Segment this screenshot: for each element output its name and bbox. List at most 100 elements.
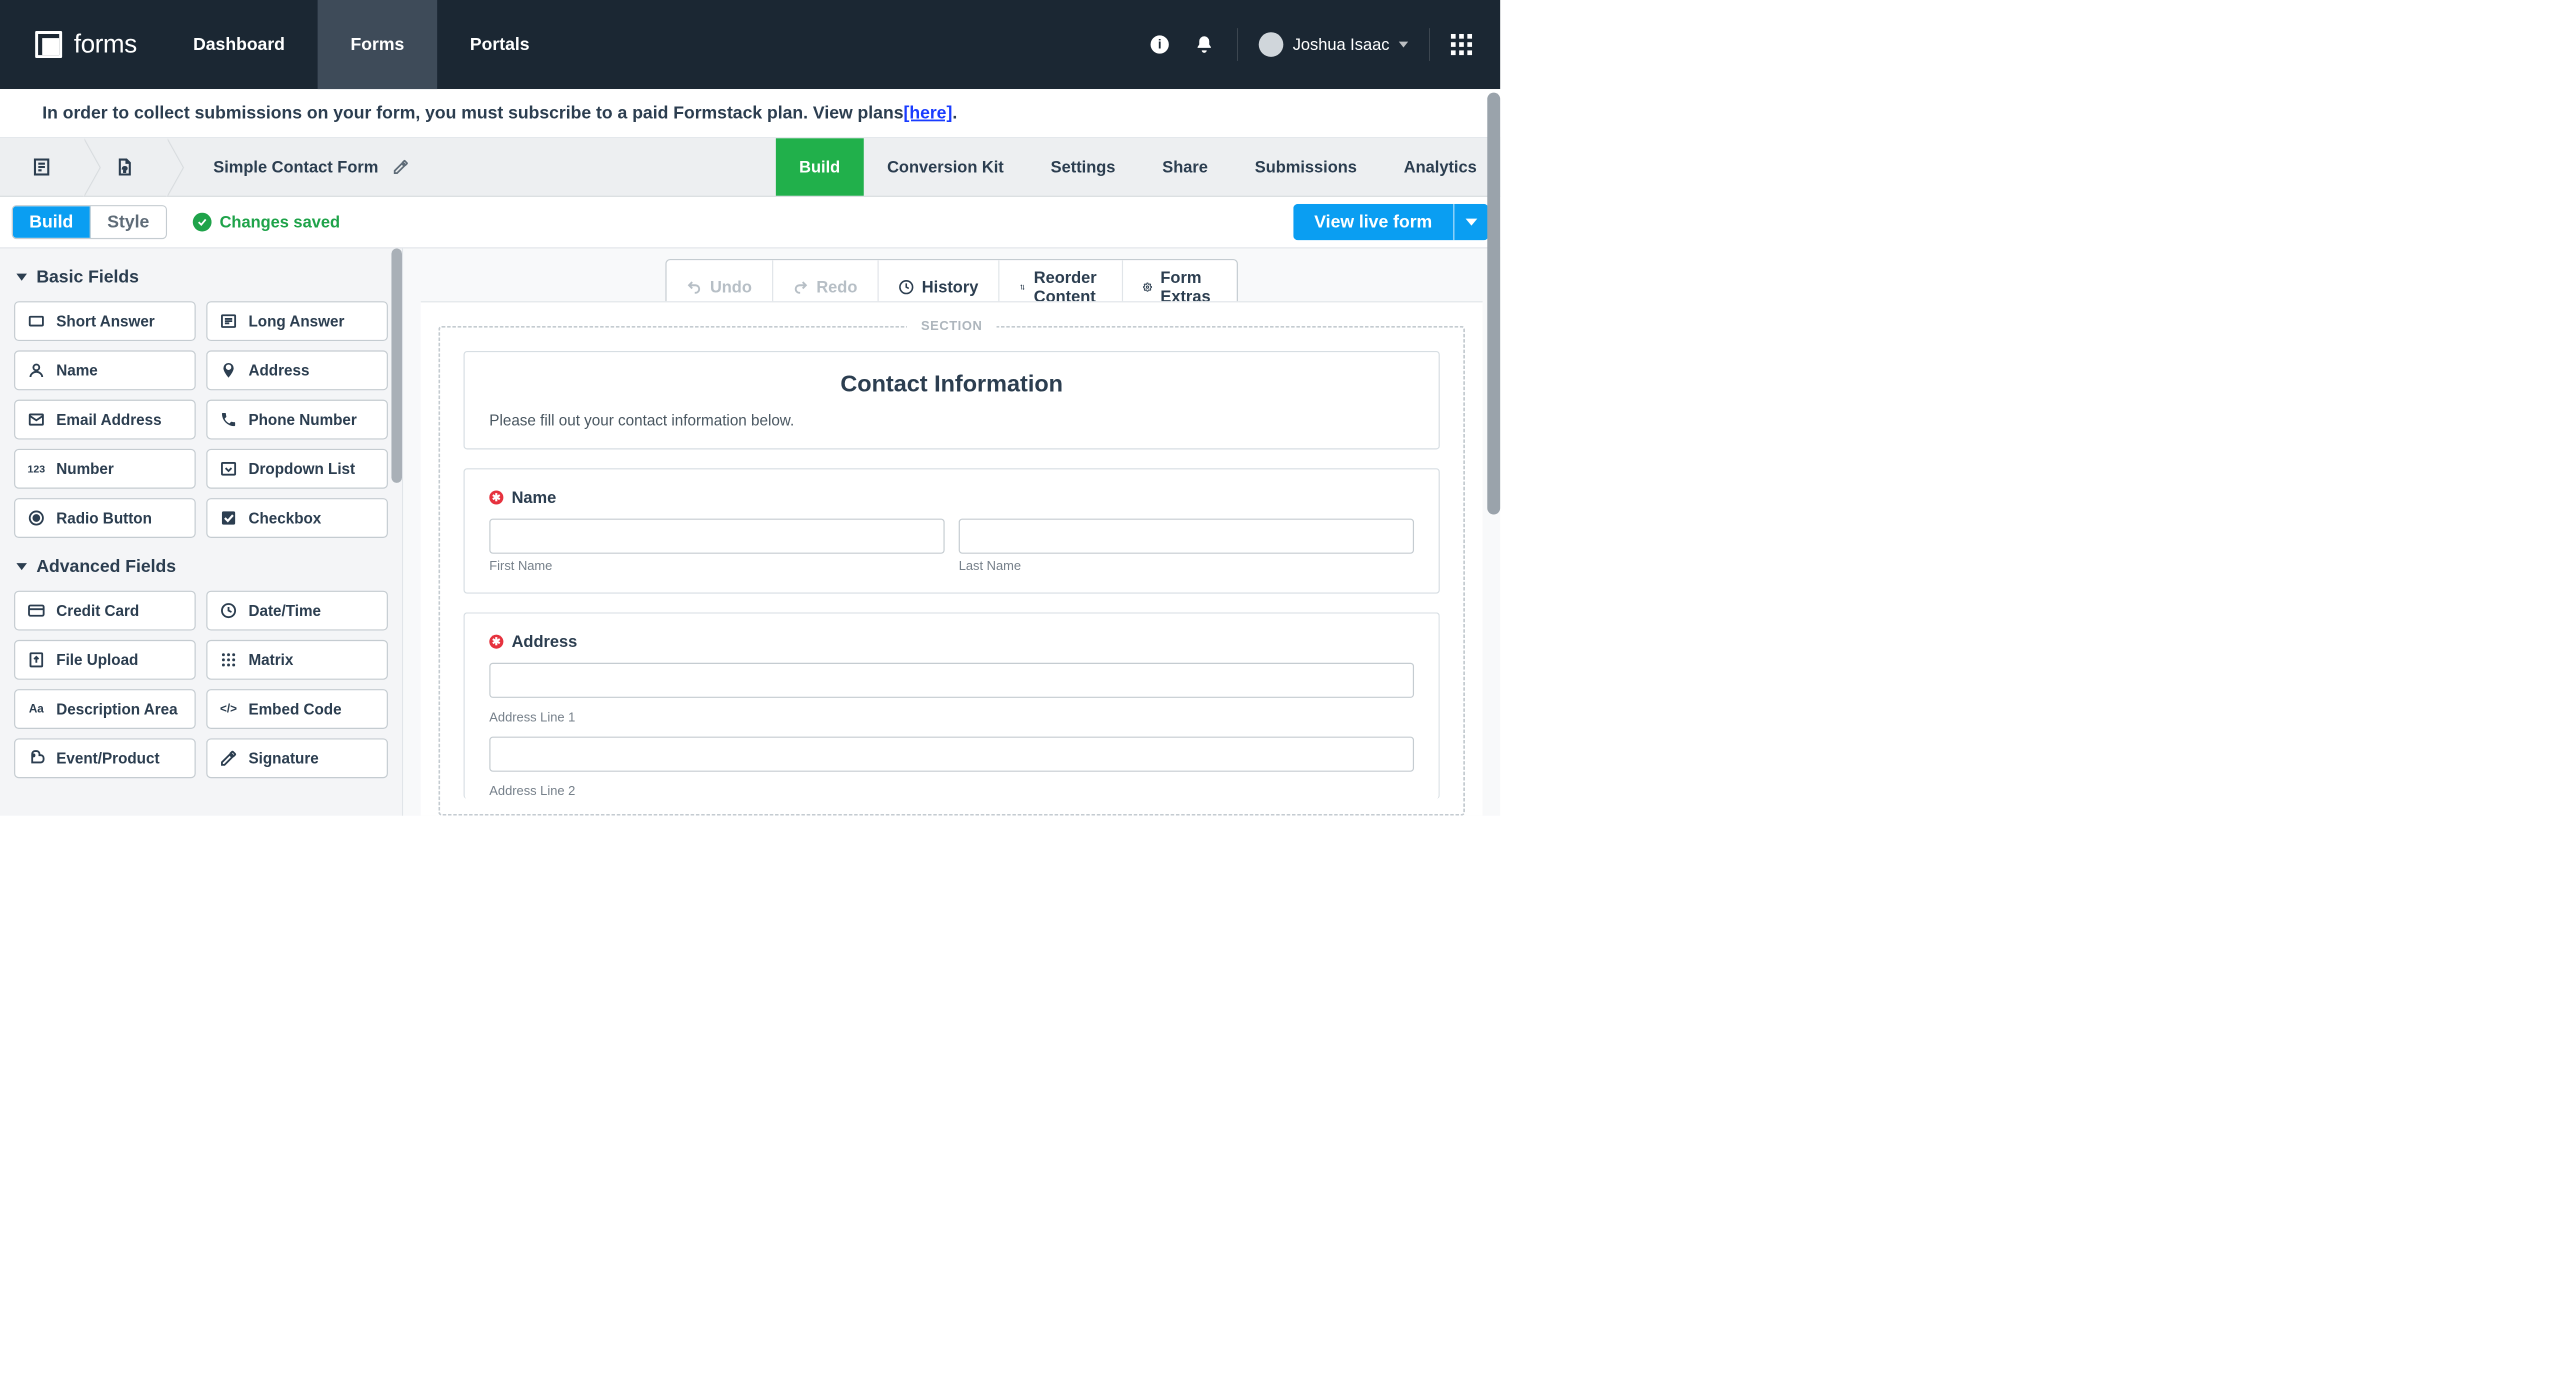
logo-icon — [35, 31, 62, 58]
save-status-text: Changes saved — [220, 213, 340, 232]
builder-header: ? Simple Contact Form Build Conversion K… — [0, 138, 1500, 197]
canvas-inner: SECTION Contact Information Please fill … — [421, 301, 1483, 816]
first-name-sublabel: First Name — [489, 558, 944, 573]
top-navbar: forms Dashboard Forms Portals i Joshua I… — [0, 0, 1500, 89]
builder-tabs: Build Conversion Kit Settings Share Subm… — [776, 138, 1500, 195]
segment-style[interactable]: Style — [91, 206, 166, 238]
field-chip-label: Dropdown List — [248, 460, 355, 478]
field-address-block[interactable]: ✱ Address Address Line 1 Address Line 2 — [464, 612, 1440, 798]
field-chip-email[interactable]: Email Address — [14, 400, 196, 440]
form-canvas: Undo Redo History Reorder Content Form E… — [403, 248, 1500, 815]
datetime-icon — [219, 601, 238, 620]
address-line1-sublabel: Address Line 1 — [489, 710, 1414, 725]
page-scrollbar[interactable] — [1487, 93, 1500, 515]
tab-forms[interactable]: Forms — [318, 0, 437, 89]
short-answer-icon — [27, 312, 46, 331]
logo[interactable]: forms — [0, 30, 160, 59]
toolbar-row: Build Style Changes saved View live form — [0, 197, 1500, 249]
event-icon — [27, 749, 46, 768]
tab-settings[interactable]: Settings — [1027, 138, 1139, 195]
upload-icon — [27, 650, 46, 669]
field-chip-dropdown[interactable]: Dropdown List — [206, 449, 388, 489]
plan-banner: In order to collect submissions on your … — [0, 89, 1500, 138]
name-icon — [27, 361, 46, 380]
basic-fields-grid: Short Answer Long Answer Name Address Email … — [0, 301, 402, 538]
segment-build[interactable]: Build — [13, 206, 91, 238]
field-label: Name — [512, 488, 557, 507]
field-chip-event[interactable]: Event/Product — [14, 738, 196, 778]
field-chip-label: Long Answer — [248, 312, 344, 330]
chevron-down-icon — [1399, 42, 1408, 48]
bell-icon[interactable] — [1193, 33, 1216, 56]
field-chip-label: Embed Code — [248, 700, 341, 718]
field-name-block[interactable]: ✱ Name First Name Last Name — [464, 468, 1440, 593]
svg-text:i: i — [1158, 37, 1162, 52]
signature-icon — [219, 749, 238, 768]
banner-text: In order to collect submissions on your … — [42, 103, 903, 123]
last-name-sublabel: Last Name — [959, 558, 1414, 573]
save-status: Changes saved — [193, 213, 340, 232]
banner-link[interactable]: [here] — [903, 103, 952, 123]
field-chip-name[interactable]: Name — [14, 350, 196, 390]
top-tabs: Dashboard Forms Portals — [160, 0, 562, 89]
field-chip-radio[interactable]: Radio Button — [14, 498, 196, 538]
view-live-dropdown[interactable] — [1453, 204, 1488, 240]
breadcrumb-forms[interactable] — [0, 138, 83, 195]
field-chip-datetime[interactable]: Date/Time — [206, 591, 388, 631]
address-line2-sublabel: Address Line 2 — [489, 783, 1414, 798]
number-icon: 123 — [27, 459, 46, 478]
field-chip-label: Signature — [248, 749, 318, 767]
user-menu[interactable]: Joshua Isaac — [1259, 32, 1408, 57]
field-chip-embed[interactable]: </>Embed Code — [206, 689, 388, 729]
field-chip-label: Number — [56, 460, 114, 478]
field-chip-label: Address — [248, 361, 309, 379]
field-chip-checkbox[interactable]: Checkbox — [206, 498, 388, 538]
field-chip-phone[interactable]: Phone Number — [206, 400, 388, 440]
field-chip-label: Phone Number — [248, 410, 356, 428]
field-chip-address[interactable]: Address — [206, 350, 388, 390]
field-chip-signature[interactable]: Signature — [206, 738, 388, 778]
field-label: Address — [512, 632, 578, 651]
edit-title-icon[interactable] — [392, 159, 408, 175]
info-icon[interactable]: i — [1148, 33, 1171, 56]
user-name: Joshua Isaac — [1293, 35, 1390, 54]
sidebar-scrollbar[interactable] — [391, 248, 402, 482]
dropdown-icon — [219, 459, 238, 478]
group-advanced-fields[interactable]: Advanced Fields — [0, 538, 402, 591]
field-chip-label: Matrix — [248, 651, 293, 669]
field-chip-label: Short Answer — [56, 312, 154, 330]
field-chip-upload[interactable]: File Upload — [14, 640, 196, 680]
address-line2-input[interactable] — [489, 737, 1414, 772]
check-icon — [193, 213, 212, 232]
form-title: Simple Contact Form — [213, 158, 378, 177]
tab-submissions[interactable]: Submissions — [1231, 138, 1380, 195]
field-chip-number[interactable]: 123 Number — [14, 449, 196, 489]
address-icon — [219, 361, 238, 380]
address-line1-input[interactable] — [489, 663, 1414, 698]
last-name-input[interactable] — [959, 519, 1414, 554]
triangle-down-icon — [16, 274, 27, 281]
section-header-block[interactable]: Contact Information Please fill out your… — [464, 351, 1440, 449]
tab-conversion-kit[interactable]: Conversion Kit — [864, 138, 1028, 195]
field-chip-credit-card[interactable]: Credit Card — [14, 591, 196, 631]
field-chip-long-answer[interactable]: Long Answer — [206, 301, 388, 341]
field-chip-matrix[interactable]: Matrix — [206, 640, 388, 680]
tab-analytics[interactable]: Analytics — [1380, 138, 1500, 195]
field-chip-description[interactable]: AaDescription Area — [14, 689, 196, 729]
form-section[interactable]: SECTION Contact Information Please fill … — [438, 326, 1465, 816]
first-name-input[interactable] — [489, 519, 944, 554]
tab-build[interactable]: Build — [776, 138, 864, 195]
field-chip-short-answer[interactable]: Short Answer — [14, 301, 196, 341]
field-chip-label: File Upload — [56, 651, 138, 669]
required-icon: ✱ — [489, 490, 503, 504]
tab-portals[interactable]: Portals — [437, 0, 562, 89]
sidebar: Basic Fields Short Answer Long Answer Name… — [0, 248, 403, 815]
view-live-button[interactable]: View live form — [1293, 204, 1453, 240]
group-basic-fields[interactable]: Basic Fields — [0, 248, 402, 301]
apps-grid-icon[interactable] — [1451, 34, 1472, 55]
tab-share[interactable]: Share — [1139, 138, 1231, 195]
credit-card-icon — [27, 601, 46, 620]
field-chip-label: Event/Product — [56, 749, 159, 767]
section-title: Contact Information — [489, 371, 1414, 397]
tab-dashboard[interactable]: Dashboard — [160, 0, 317, 89]
